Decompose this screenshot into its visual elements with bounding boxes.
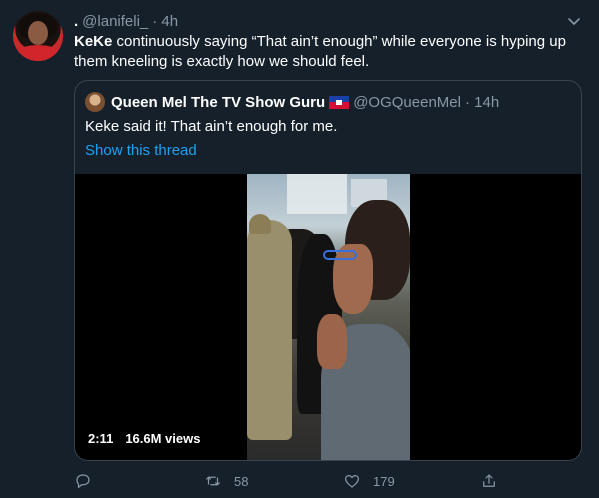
avatar-face <box>28 21 48 45</box>
glasses <box>323 250 357 260</box>
show-thread-link[interactable]: Show this thread <box>85 142 197 159</box>
tweet-text: KeKe continuously saying “That ain’t eno… <box>74 32 579 72</box>
like-button[interactable]: 179 <box>343 471 395 491</box>
soldier-figure <box>247 220 292 440</box>
retweet-count: 58 <box>234 473 249 489</box>
video-info: 2:11 16.6M views <box>88 431 200 446</box>
video-frame <box>247 174 410 460</box>
tweet[interactable]: . @lanifeli_ · 4h KeKe continuously sayi… <box>0 0 599 498</box>
like-icon <box>345 475 359 488</box>
action-bar: 58 179 <box>74 471 582 491</box>
quoted-time[interactable]: · 14h <box>465 94 499 111</box>
quoted-avatar[interactable] <box>85 92 105 112</box>
reply-icon <box>76 474 90 488</box>
chevron-down-icon[interactable] <box>566 13 582 29</box>
video-views: 16.6M views <box>125 431 201 446</box>
like-count: 179 <box>373 473 395 489</box>
mention-name: KeKe <box>74 33 113 50</box>
quoted-tweet[interactable]: Queen Mel The TV Show Guru @OGQueenMel ·… <box>74 80 582 461</box>
video-duration: 2:11 <box>88 431 114 446</box>
avatar-shirt <box>15 45 61 61</box>
quoted-tweet-text: Keke said it! That ain’t enough for me. <box>85 118 338 135</box>
share-button[interactable] <box>480 471 510 491</box>
retweet-button[interactable]: 58 <box>204 471 248 491</box>
helmet <box>249 214 271 234</box>
quoted-display-name[interactable]: Queen Mel The TV Show Guru <box>111 94 325 111</box>
avatar[interactable] <box>13 11 63 61</box>
tweet-time[interactable]: · 4h <box>152 13 178 30</box>
user-handle[interactable]: @lanifeli_ <box>82 13 148 30</box>
retweet-icon <box>206 476 220 486</box>
reply-button[interactable] <box>74 471 104 491</box>
haiti-flag-icon <box>329 95 350 109</box>
share-icon <box>483 474 495 487</box>
tweet-text-body: continuously saying “That ain’t enough” … <box>74 33 566 70</box>
quoted-tweet-header: Queen Mel The TV Show Guru @OGQueenMel ·… <box>85 92 499 112</box>
display-name[interactable]: . <box>74 13 78 30</box>
quoted-handle[interactable]: @OGQueenMel <box>353 94 461 111</box>
tweet-header: . @lanifeli_ · 4h <box>74 11 178 31</box>
raised-hand <box>317 314 347 369</box>
video-player[interactable]: 2:11 16.6M views <box>75 174 581 460</box>
